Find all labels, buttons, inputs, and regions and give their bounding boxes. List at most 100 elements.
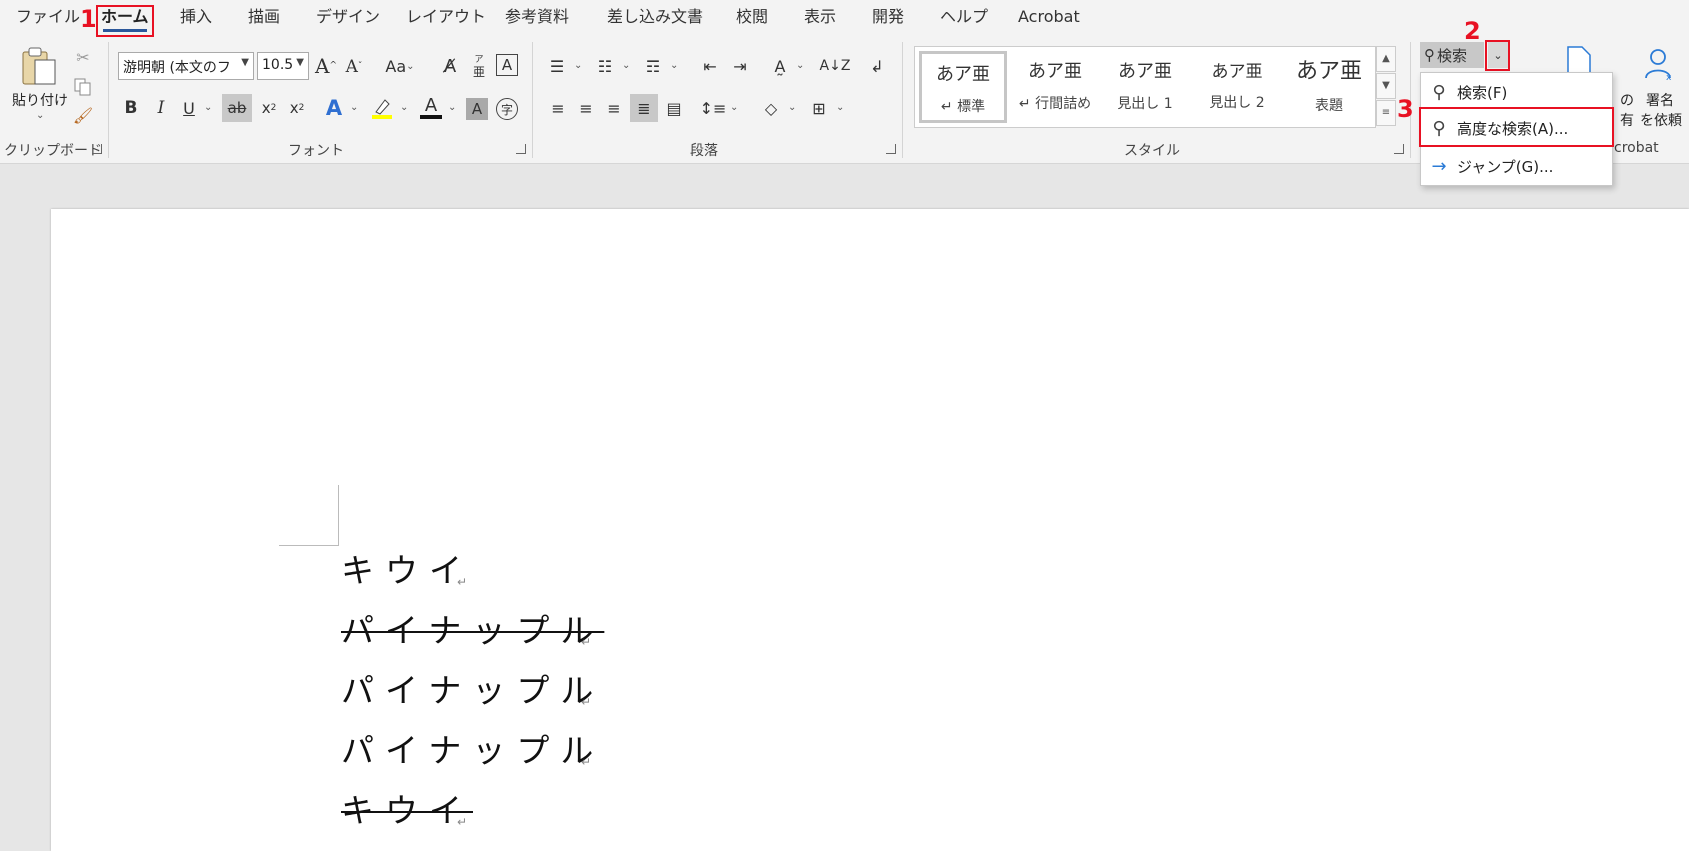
tab-layout[interactable]: レイアウト: [406, 6, 486, 28]
document-area: キウイ ↵ パイナップル ↵ パイナップル ↵ パイナップル ↵ キウイ ↵: [0, 164, 1689, 851]
align-center-icon[interactable]: ≡: [574, 94, 598, 122]
group-label-paragraph: 段落: [690, 143, 718, 159]
styles-launcher-icon[interactable]: [1394, 144, 1404, 154]
italic-icon[interactable]: I: [150, 94, 172, 122]
gallery-more-icon[interactable]: ≡: [1376, 100, 1396, 126]
tab-insert[interactable]: 挿入: [180, 6, 212, 28]
clipboard-launcher-icon[interactable]: [92, 144, 102, 154]
font-size-combobox[interactable]: 10.5 ▼: [257, 52, 309, 80]
multilevel-dropdown-icon[interactable]: ⌄: [670, 60, 678, 71]
bullets-dropdown-icon[interactable]: ⌄: [574, 60, 582, 71]
justify-icon[interactable]: ≣: [630, 94, 658, 122]
bullets-icon[interactable]: ☰: [544, 52, 570, 80]
find-button[interactable]: ⚲ 検索: [1420, 42, 1484, 68]
gallery-scroll-up-icon[interactable]: ▲: [1376, 46, 1396, 72]
distributed-icon[interactable]: ▤: [662, 94, 686, 122]
group-separator: [532, 42, 533, 158]
line-spacing-icon[interactable]: ↕≡: [700, 94, 727, 122]
decrease-indent-icon[interactable]: ⇤: [698, 52, 722, 80]
shading-dropdown-icon[interactable]: ⌄: [788, 102, 796, 113]
align-right-icon[interactable]: ≡: [602, 94, 626, 122]
copy-icon[interactable]: [72, 76, 94, 98]
menu-item-find[interactable]: ⚲ 検索(F): [1421, 75, 1612, 109]
doc-line-2[interactable]: パイナップル: [341, 611, 604, 651]
font-color-icon[interactable]: A: [418, 94, 444, 122]
font-launcher-icon[interactable]: [516, 144, 526, 154]
align-left-icon[interactable]: ≡: [546, 94, 570, 122]
highlight-find-dropdown: [1485, 40, 1510, 71]
strikethrough-icon[interactable]: ab: [222, 94, 252, 122]
subscript-icon[interactable]: x2: [258, 94, 280, 122]
cut-icon[interactable]: ✂: [72, 46, 94, 68]
tab-view[interactable]: 表示: [804, 6, 836, 28]
tab-design[interactable]: デザイン: [316, 6, 380, 28]
style-sample: あア亜: [1295, 59, 1362, 84]
tab-draw[interactable]: 描画: [248, 6, 280, 28]
style-title[interactable]: あア亜 表題: [1285, 51, 1373, 123]
request-signature-label-line2[interactable]: を依頼: [1640, 110, 1682, 130]
shading-icon[interactable]: ◇: [758, 94, 784, 122]
paste-button-label[interactable]: 貼り付け: [12, 90, 68, 110]
borders-dropdown-icon[interactable]: ⌄: [836, 102, 844, 113]
share-label-line2: 有: [1620, 113, 1634, 129]
style-heading-2[interactable]: あア亜 見出し 2: [1193, 51, 1281, 123]
gallery-scroll-down-icon[interactable]: ▼: [1376, 73, 1396, 99]
document-page[interactable]: キウイ ↵ パイナップル ↵ パイナップル ↵ パイナップル ↵ キウイ ↵: [51, 209, 1689, 851]
multilevel-list-icon[interactable]: ☶: [640, 52, 666, 80]
style-normal[interactable]: あア亜 ↵ 標準: [919, 51, 1007, 123]
tab-acrobat[interactable]: Acrobat: [1018, 6, 1080, 28]
shrink-font-icon[interactable]: Aˇ: [342, 54, 366, 80]
svg-text:x: x: [1666, 73, 1672, 82]
asian-layout-icon[interactable]: A̰: [766, 52, 794, 80]
highlight-home-tab: [96, 5, 154, 37]
doc-line-3[interactable]: パイナップル: [341, 671, 604, 711]
underline-icon[interactable]: U: [178, 94, 200, 122]
numbering-dropdown-icon[interactable]: ⌄: [622, 60, 630, 71]
doc-line-5[interactable]: キウイ: [341, 791, 473, 831]
paste-dropdown-icon[interactable]: ⌄: [36, 110, 44, 121]
numbering-icon[interactable]: ☷: [592, 52, 618, 80]
clear-formatting-icon[interactable]: A̸: [438, 52, 462, 80]
menu-item-goto[interactable]: → ジャンプ(G)...: [1421, 149, 1612, 183]
highlight-color-icon[interactable]: [368, 94, 396, 122]
style-no-spacing[interactable]: あア亜 ↵ 行間詰め: [1011, 51, 1099, 123]
show-formatting-marks-icon[interactable]: ↲: [864, 52, 890, 80]
tab-file[interactable]: ファイル: [16, 6, 80, 28]
phonetic-guide-icon[interactable]: ア亜: [468, 52, 490, 80]
increase-indent-icon[interactable]: ⇥: [728, 52, 752, 80]
sort-icon[interactable]: A↓Z: [820, 52, 851, 80]
character-shading-icon[interactable]: A: [466, 98, 488, 120]
doc-line-4[interactable]: パイナップル: [341, 731, 604, 771]
tab-references[interactable]: 参考資料: [505, 6, 569, 28]
font-color-dropdown-icon[interactable]: ⌄: [448, 102, 456, 113]
text-effects-dropdown-icon[interactable]: ⌄: [350, 102, 358, 113]
request-signature-label-line1[interactable]: 署名: [1646, 90, 1674, 110]
doc-line-1[interactable]: キウイ: [341, 551, 473, 591]
tab-help[interactable]: ヘルプ: [940, 6, 988, 28]
paragraph-launcher-icon[interactable]: [886, 144, 896, 154]
change-case-button[interactable]: Aa ⌄: [380, 52, 420, 80]
borders-icon[interactable]: ⊞: [806, 94, 832, 122]
chevron-down-icon: ⌄: [406, 60, 415, 72]
group-label-acrobat: crobat: [1614, 140, 1659, 156]
text-effects-icon[interactable]: A: [322, 94, 346, 122]
tab-review[interactable]: 校閲: [736, 6, 768, 28]
underline-dropdown-icon[interactable]: ⌄: [204, 102, 212, 113]
bold-icon[interactable]: B: [120, 94, 142, 122]
highlight-dropdown-icon[interactable]: ⌄: [400, 102, 408, 113]
grow-font-icon[interactable]: A ^: [314, 52, 338, 80]
paste-icon[interactable]: [16, 46, 62, 88]
style-heading-1[interactable]: あア亜 見出し 1: [1101, 51, 1189, 123]
tab-mailings[interactable]: 差し込み文書: [607, 6, 703, 28]
format-painter-icon[interactable]: 🖌: [72, 104, 94, 126]
character-border-icon[interactable]: A: [496, 54, 518, 76]
asian-layout-dropdown-icon[interactable]: ⌄: [796, 60, 804, 71]
font-name-combobox[interactable]: 游明朝 (本文のフ ▼: [118, 52, 254, 80]
tab-developer[interactable]: 開発: [872, 6, 904, 28]
chevron-down-icon: ▼: [241, 57, 249, 68]
request-signature-icon[interactable]: x: [1640, 44, 1680, 84]
enclose-characters-icon[interactable]: 字: [496, 98, 518, 120]
superscript-icon[interactable]: x2: [286, 94, 308, 122]
line-spacing-dropdown-icon[interactable]: ⌄: [730, 102, 738, 113]
highlight-advanced-find: [1419, 107, 1614, 147]
